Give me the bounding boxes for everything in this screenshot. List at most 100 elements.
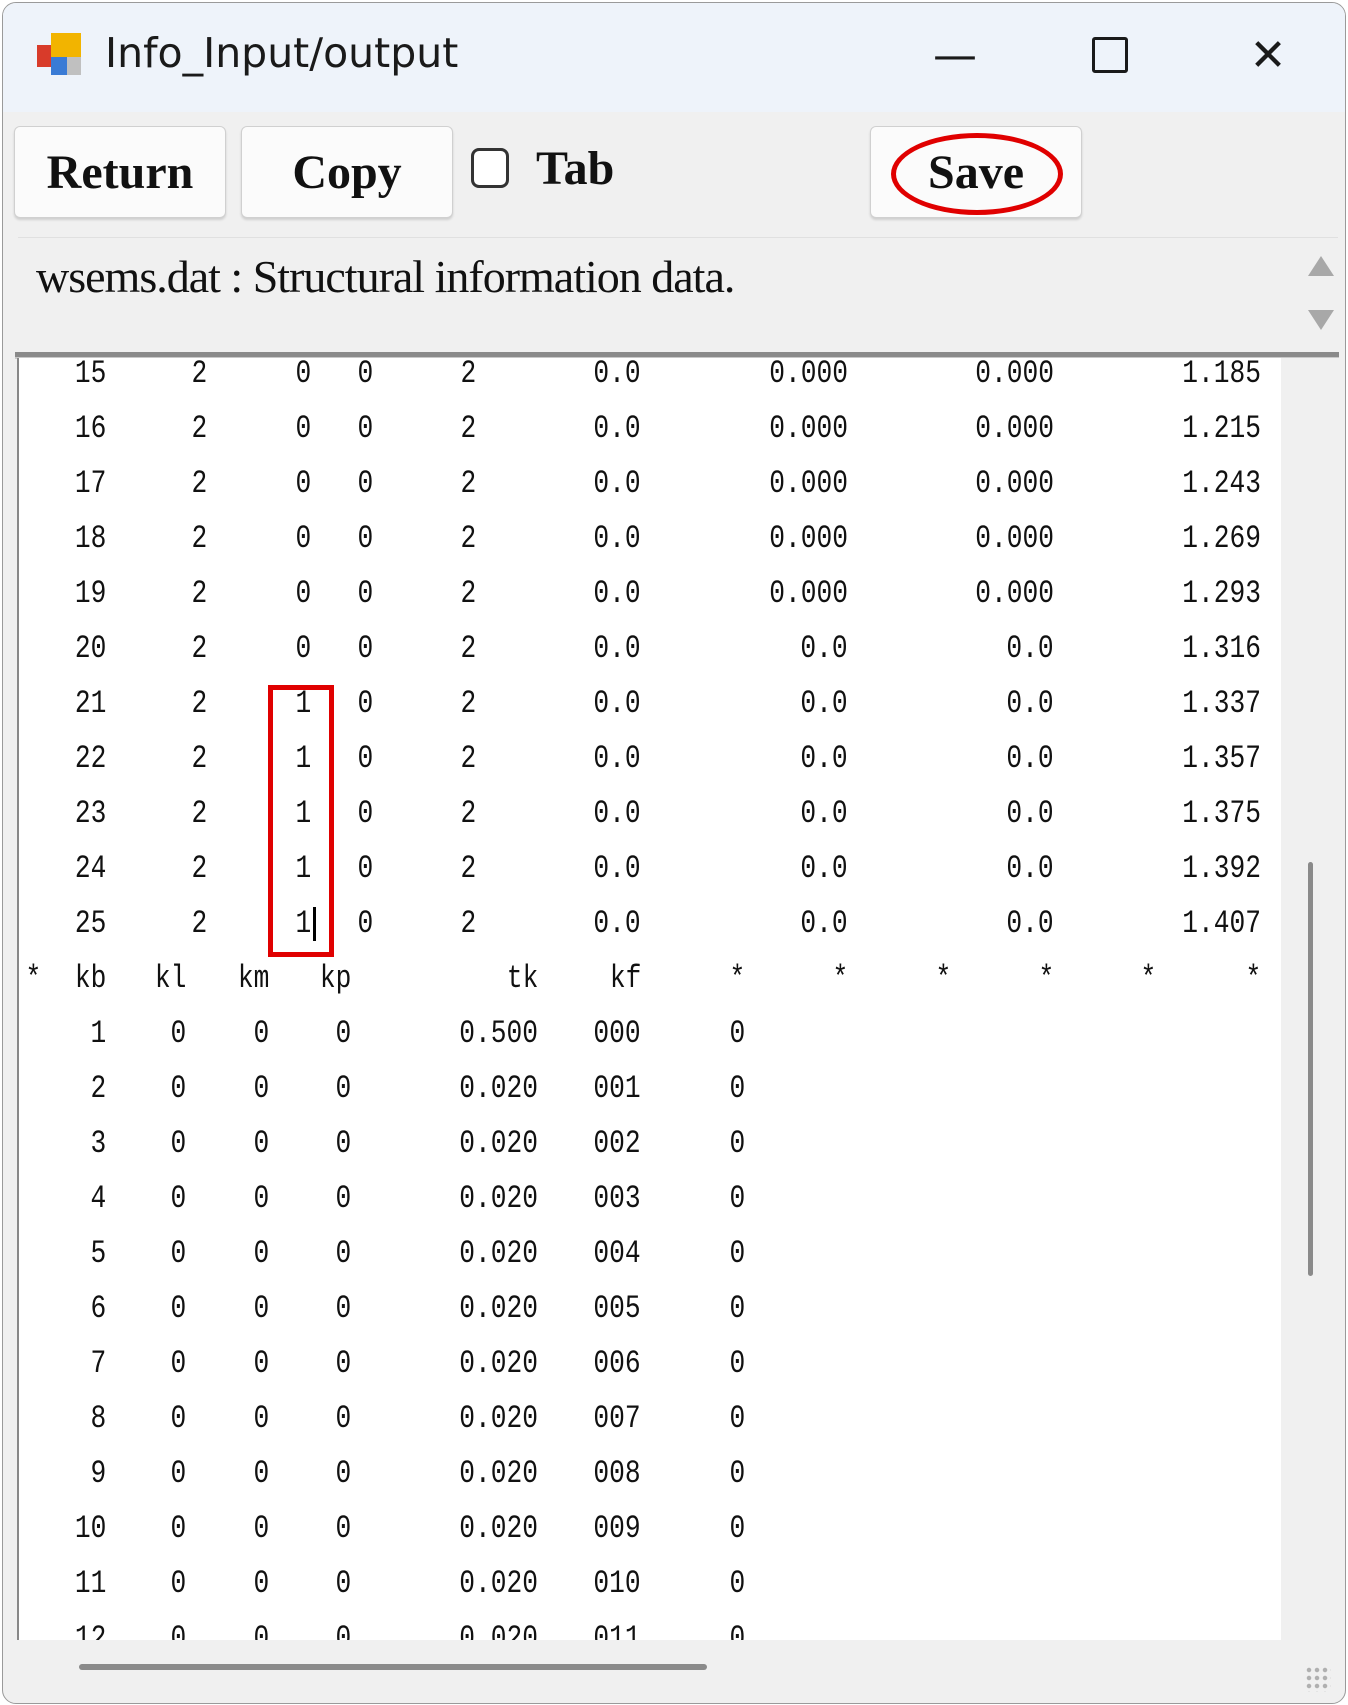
section2-cell: 0	[170, 1235, 186, 1272]
section2-cell: 0	[253, 1070, 269, 1107]
section1-cell: 1.243	[1182, 465, 1261, 502]
section1-cell: 0	[357, 685, 373, 722]
section2-cell: 0	[335, 1400, 351, 1437]
section1-cell: 2	[191, 410, 207, 447]
section2-cell: 0	[729, 1455, 745, 1492]
section1-cell: 2	[460, 465, 476, 502]
section2-cell: 0	[729, 1125, 745, 1162]
section2-cell: 0	[335, 1290, 351, 1327]
section1-cell: 1	[295, 905, 311, 942]
section2-header-cell: kb	[74, 960, 106, 997]
maximize-button[interactable]	[1075, 25, 1145, 85]
resize-grip-icon[interactable]	[1305, 1666, 1331, 1692]
section1-cell: 2	[460, 520, 476, 557]
section2-cell: 0	[729, 1345, 745, 1382]
section2-cell: 0	[170, 1345, 186, 1382]
section2-cell: 000	[593, 1015, 641, 1052]
section2-cell: 3	[90, 1125, 106, 1162]
section1-cell: 1	[295, 795, 311, 832]
section2-header-cell: kp	[319, 960, 351, 997]
section2-cell: 0	[253, 1620, 269, 1640]
section1-cell: 1	[295, 740, 311, 777]
section1-cell: 18	[74, 520, 106, 557]
section1-cell: 0	[295, 520, 311, 557]
return-button[interactable]: Return	[14, 126, 226, 218]
section2-cell: 003	[593, 1180, 641, 1217]
horizontal-scroll-thumb[interactable]	[79, 1664, 707, 1670]
section1-cell: 2	[191, 905, 207, 942]
section1-cell: 1.392	[1182, 850, 1261, 887]
section1-cell: 0	[295, 465, 311, 502]
section2-cell: 0	[170, 1510, 186, 1547]
section1-cell: 0.0	[1006, 740, 1054, 777]
section2-cell: 0.020	[459, 1290, 538, 1327]
copy-button[interactable]: Copy	[241, 126, 453, 218]
section2-cell: 0	[253, 1180, 269, 1217]
section2-header-cell: *	[935, 960, 951, 997]
section2-cell: 0	[335, 1455, 351, 1492]
section1-cell: 0.0	[593, 795, 641, 832]
title-bar: Info_Input/output — ✕	[3, 3, 1345, 112]
vertical-scrollbar[interactable]	[1281, 358, 1339, 1640]
section1-cell: 0	[357, 795, 373, 832]
section2-cell: 12	[74, 1620, 106, 1640]
section2-cell: 0	[335, 1015, 351, 1052]
scroll-down-arrow-icon[interactable]	[1308, 310, 1334, 330]
section2-cell: 0	[170, 1015, 186, 1052]
section1-cell: 2	[460, 905, 476, 942]
section2-cell: 0	[729, 1070, 745, 1107]
section2-cell: 0.020	[459, 1455, 538, 1492]
maximize-icon	[1092, 37, 1128, 73]
section1-cell: 1	[295, 850, 311, 887]
minimize-button[interactable]: —	[920, 25, 990, 85]
section1-cell: 0.0	[800, 850, 848, 887]
section2-cell: 005	[593, 1290, 641, 1327]
section1-cell: 0.000	[975, 410, 1054, 447]
section1-cell: 16	[74, 410, 106, 447]
scroll-up-arrow-icon[interactable]	[1308, 256, 1334, 276]
section2-cell: 009	[593, 1510, 641, 1547]
tab-checkbox-label[interactable]: Tab	[536, 141, 614, 196]
section1-cell: 0	[357, 410, 373, 447]
section2-cell: 004	[593, 1235, 641, 1272]
section2-header-cell: kl	[154, 960, 186, 997]
save-button[interactable]: Save	[870, 126, 1082, 218]
section2-cell: 0.020	[459, 1400, 538, 1437]
data-text-area[interactable]: 15 2 0 0 2 0.0 0.000 0.000 1.185 16 2 0 0 2 0.0 0.000 0.…	[17, 358, 1283, 1640]
close-icon: ✕	[1249, 29, 1287, 81]
section2-header-cell: *	[1245, 960, 1261, 997]
section1-cell: 2	[460, 850, 476, 887]
section1-cell: 0.0	[593, 850, 641, 887]
section1-cell: 0.0	[593, 685, 641, 722]
section2-header-cell: *	[832, 960, 848, 997]
section2-cell: 0	[729, 1510, 745, 1547]
section2-cell: 0	[729, 1565, 745, 1602]
section1-cell: 0.000	[975, 520, 1054, 557]
section1-cell: 20	[74, 630, 106, 667]
info-text: wsems.dat : Structural information data.	[36, 251, 735, 302]
section2-cell: 0.020	[459, 1070, 538, 1107]
section2-cell: 006	[593, 1345, 641, 1382]
section2-cell: 0	[729, 1400, 745, 1437]
vertical-scroll-thumb[interactable]	[1308, 862, 1313, 1276]
section2-cell: 1	[90, 1015, 106, 1052]
section1-cell: 2	[460, 575, 476, 612]
section1-cell: 1.293	[1182, 575, 1261, 612]
section1-cell: 1.357	[1182, 740, 1261, 777]
close-button[interactable]: ✕	[1233, 25, 1303, 85]
section1-cell: 0.0	[1006, 850, 1054, 887]
section2-cell: 0	[170, 1565, 186, 1602]
section1-cell: 0.0	[1006, 795, 1054, 832]
section1-cell: 0.0	[593, 465, 641, 502]
section2-cell: 0	[253, 1125, 269, 1162]
section2-header-cell: *	[1140, 960, 1156, 997]
horizontal-scrollbar[interactable]	[17, 1640, 1339, 1700]
section1-cell: 2	[460, 630, 476, 667]
section1-cell: 25	[74, 905, 106, 942]
section2-cell: 8	[90, 1400, 106, 1437]
section2-cell: 0	[335, 1235, 351, 1272]
tab-checkbox[interactable]	[471, 148, 509, 188]
section2-cell: 0.020	[459, 1180, 538, 1217]
section1-cell: 2	[191, 575, 207, 612]
section1-cell: 0	[357, 740, 373, 777]
